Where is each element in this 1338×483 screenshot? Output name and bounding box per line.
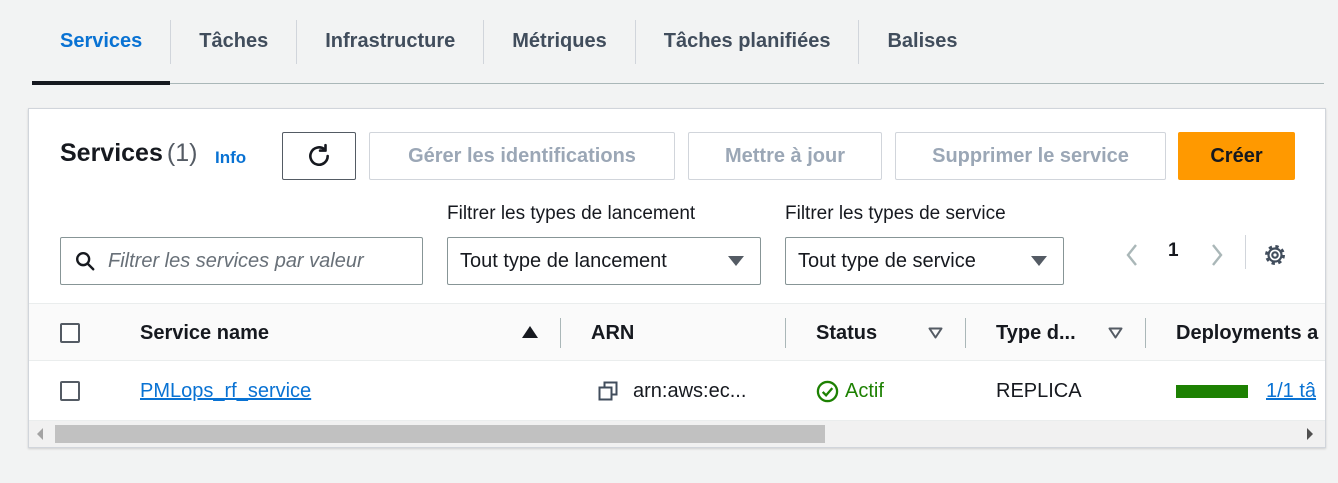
service-type-value: Tout type de service [798, 249, 976, 272]
sort-icon[interactable] [1108, 327, 1123, 339]
refresh-button[interactable] [282, 132, 356, 180]
check-circle-icon [816, 380, 839, 403]
deployment-progress-track [1176, 385, 1248, 398]
horizontal-scrollbar[interactable] [29, 421, 1325, 447]
tab-label: Services [60, 30, 143, 52]
title-text: Services [60, 139, 163, 167]
refresh-icon [309, 143, 329, 167]
tab-services[interactable]: Services [32, 0, 171, 85]
tab-tasks[interactable]: Tâches [171, 0, 296, 83]
launch-type-filter-label: Filtrer les types de lancement [447, 203, 696, 224]
status-value: Actif [845, 379, 884, 402]
search-icon [76, 252, 95, 271]
create-button[interactable]: Créer [1178, 132, 1295, 180]
services-panel: Services (1) Info Gérer les identificatio… [28, 108, 1326, 448]
manage-tags-button[interactable]: Gérer les identifications [369, 132, 675, 180]
tab-label: Métriques [512, 30, 607, 52]
scrollbar-thumb[interactable] [55, 425, 825, 443]
tab-label: Tâches planifiées [663, 30, 831, 52]
search-input[interactable]: Filtrer les services par valeur [60, 237, 423, 285]
launch-type-value: Tout type de lancement [460, 249, 667, 272]
column-divider [785, 318, 786, 348]
page-number[interactable]: 1 [1168, 240, 1179, 262]
row-checkbox[interactable] [60, 381, 80, 401]
service-count: (1) [166, 139, 198, 167]
chevron-right-icon[interactable] [1210, 243, 1224, 267]
arn-value: arn:aws:ec... [633, 379, 747, 402]
launch-type-select[interactable]: Tout type de lancement [447, 237, 761, 285]
tab-metrics[interactable]: Métriques [484, 0, 634, 83]
delete-service-button[interactable]: Supprimer le service [895, 132, 1166, 180]
tab-bar: Services Tâches Infrastructure Métriques… [32, 0, 1324, 85]
service-name-link[interactable]: PMLops_rf_service [140, 380, 311, 403]
type-value: REPLICA [996, 379, 1082, 402]
copy-icon[interactable] [598, 381, 618, 401]
sort-ascending-icon[interactable] [522, 326, 538, 338]
page-title: Services (1) [60, 139, 197, 168]
tab-scheduled-tasks[interactable]: Tâches planifiées [636, 0, 859, 83]
tab-label: Balises [887, 30, 958, 52]
caret-down-icon [728, 256, 744, 266]
search-placeholder: Filtrer les services par valeur [108, 249, 364, 272]
tab-tags[interactable]: Balises [859, 0, 985, 83]
tab-label: Tâches [199, 30, 269, 52]
column-divider [965, 318, 966, 348]
tab-label: Infrastructure [325, 30, 456, 52]
column-header-arn[interactable]: ARN [591, 304, 634, 362]
gear-icon[interactable] [1262, 242, 1288, 268]
info-link[interactable]: Info [215, 148, 246, 168]
scroll-right-icon[interactable] [1307, 428, 1313, 440]
column-divider [560, 318, 561, 348]
select-all-checkbox[interactable] [60, 323, 80, 343]
column-header-status[interactable]: Status [816, 304, 877, 362]
tab-infrastructure[interactable]: Infrastructure [297, 0, 483, 83]
column-header-deployments[interactable]: Deployments a [1176, 304, 1318, 362]
service-type-filter-label: Filtrer les types de service [785, 203, 1006, 224]
deployment-progress-bar [1176, 385, 1248, 398]
table-header: Service name ARN Status Type d... Deploy… [29, 303, 1325, 362]
chevron-left-icon[interactable] [1125, 243, 1139, 267]
deployments-link[interactable]: 1/1 tâ [1266, 380, 1316, 403]
caret-down-icon [1031, 256, 1047, 266]
pager-divider [1245, 235, 1246, 269]
column-header-type[interactable]: Type d... [996, 304, 1076, 362]
service-type-select[interactable]: Tout type de service [785, 237, 1064, 285]
scroll-left-icon[interactable] [37, 428, 43, 440]
sort-icon[interactable] [928, 327, 943, 339]
column-divider [1145, 318, 1146, 348]
column-header-service-name[interactable]: Service name [140, 304, 269, 362]
update-button[interactable]: Mettre à jour [688, 132, 882, 180]
table-row: PMLops_rf_service arn:aws:ec... Actif RE… [29, 361, 1325, 421]
